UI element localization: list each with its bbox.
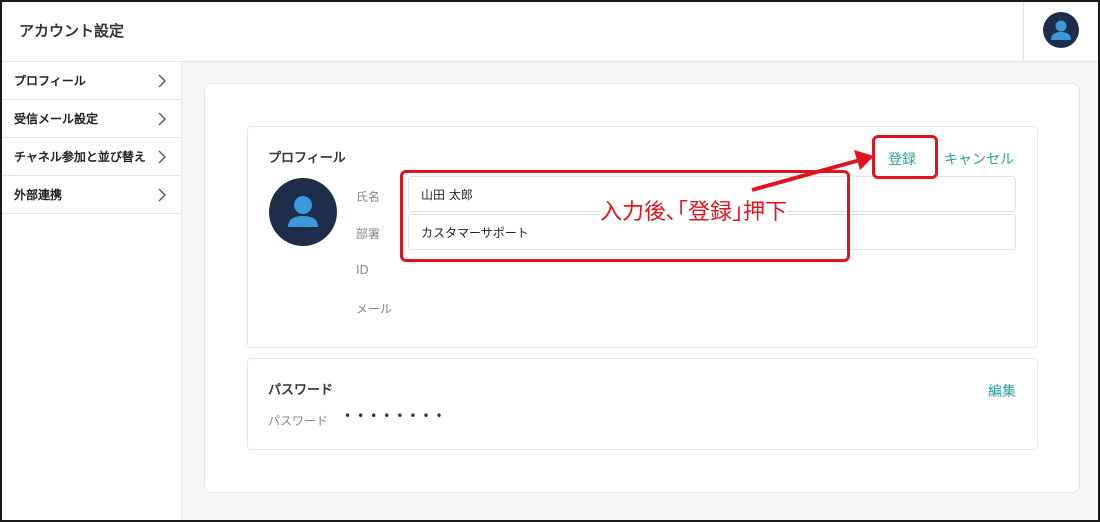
password-label: パスワード: [268, 414, 329, 428]
chevron-right-icon: [158, 112, 166, 126]
chevron-right-icon: [158, 188, 166, 202]
page-title: アカウント設定: [19, 22, 125, 40]
name-label: 氏名: [356, 190, 381, 204]
password-section: パスワード 編集 パスワード ••••••••: [247, 358, 1038, 450]
mail-label: メール: [356, 302, 393, 316]
app-window: アカウント設定 プロフィール 受信メール設定 チャネル参加と並び替え 外部連携: [0, 0, 1100, 522]
annotation-arrow-icon: [751, 150, 874, 192]
sidebar-item-external[interactable]: 外部連携: [2, 176, 181, 214]
profile-section-title: プロフィール: [268, 151, 346, 166]
annotation-text: 入力後､｢登録｣押下: [600, 194, 788, 226]
id-label: ID: [356, 263, 369, 277]
header-divider: [1023, 2, 1024, 62]
sidebar-item-label: チャネル参加と並び替え: [14, 150, 146, 164]
edit-password-button[interactable]: 編集: [988, 381, 1016, 401]
top-header: アカウント設定: [2, 2, 1098, 62]
profile-section: プロフィール 登録 キャンセル 氏名 部署 ID メール: [247, 126, 1038, 348]
cancel-button[interactable]: キャンセル: [944, 149, 1014, 169]
chevron-right-icon: [158, 74, 166, 88]
user-avatar-icon[interactable]: [1043, 12, 1079, 48]
sidebar-item-channels[interactable]: チャネル参加と並び替え: [2, 138, 181, 176]
sidebar: プロフィール 受信メール設定 チャネル参加と並び替え 外部連携: [2, 62, 182, 520]
chevron-right-icon: [158, 150, 166, 164]
sidebar-item-label: 外部連携: [14, 188, 63, 202]
password-section-title: パスワード: [268, 383, 334, 398]
password-masked-value: ••••••••: [344, 409, 449, 423]
sidebar-item-label: 受信メール設定: [14, 112, 99, 126]
save-button[interactable]: 登録: [888, 149, 916, 169]
settings-card: プロフィール 登録 キャンセル 氏名 部署 ID メール パスワード 編集 パス…: [204, 83, 1080, 493]
sidebar-item-label: プロフィール: [14, 74, 86, 88]
profile-avatar-icon[interactable]: [269, 178, 337, 246]
dept-label: 部署: [356, 227, 381, 241]
sidebar-item-profile[interactable]: プロフィール: [2, 62, 181, 100]
sidebar-item-mail-settings[interactable]: 受信メール設定: [2, 100, 181, 138]
